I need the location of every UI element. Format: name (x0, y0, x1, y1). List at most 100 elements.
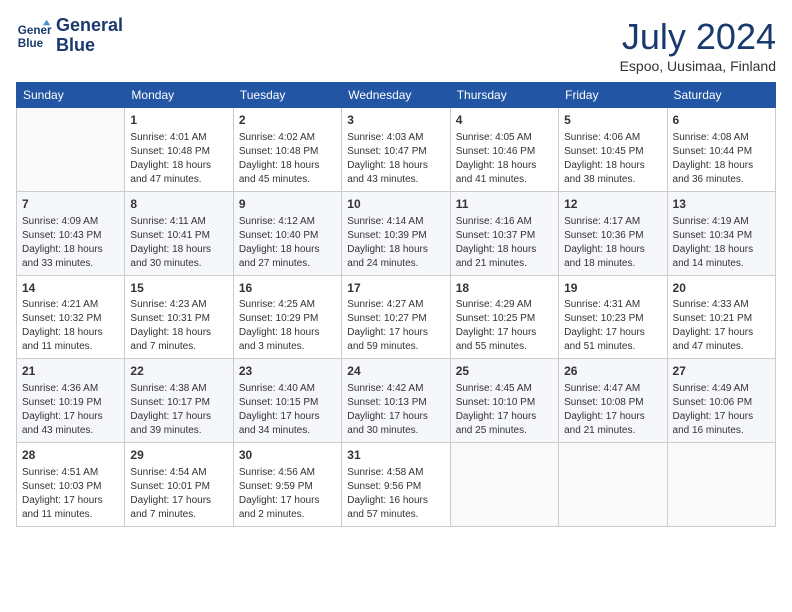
logo-text-blue: Blue (56, 36, 123, 56)
logo-text-general: General (56, 16, 123, 36)
day-info: Sunrise: 4:17 AM Sunset: 10:36 PM Daylig… (564, 215, 661, 271)
day-number: 2 (239, 112, 336, 129)
svg-text:Blue: Blue (18, 37, 44, 50)
calendar-cell: 6Sunrise: 4:08 AM Sunset: 10:44 PM Dayli… (667, 108, 775, 192)
day-number: 25 (456, 363, 553, 380)
location-text: Espoo, Uusimaa, Finland (620, 58, 776, 74)
day-info: Sunrise: 4:11 AM Sunset: 10:41 PM Daylig… (130, 215, 227, 271)
calendar-cell: 16Sunrise: 4:25 AM Sunset: 10:29 PM Dayl… (233, 275, 341, 359)
day-number: 3 (347, 112, 444, 129)
day-number: 29 (130, 447, 227, 464)
weekday-header-friday: Friday (559, 83, 667, 108)
svg-text:General: General (18, 24, 52, 37)
day-info: Sunrise: 4:40 AM Sunset: 10:15 PM Daylig… (239, 382, 336, 438)
day-info: Sunrise: 4:51 AM Sunset: 10:03 PM Daylig… (22, 466, 119, 522)
day-number: 20 (673, 280, 770, 297)
day-info: Sunrise: 4:05 AM Sunset: 10:46 PM Daylig… (456, 131, 553, 187)
day-info: Sunrise: 4:12 AM Sunset: 10:40 PM Daylig… (239, 215, 336, 271)
day-number: 6 (673, 112, 770, 129)
day-info: Sunrise: 4:27 AM Sunset: 10:27 PM Daylig… (347, 298, 444, 354)
day-number: 17 (347, 280, 444, 297)
calendar-cell: 25 Sunrise: 4:45 AM Sunset: 10:10 PM Dayl… (450, 359, 558, 443)
day-number: 14 (22, 280, 119, 297)
weekday-header-row: SundayMondayTuesdayWednesdayThursdayFrid… (17, 83, 776, 108)
title-block: July 2024 Espoo, Uusimaa, Finland (620, 16, 776, 74)
logo-icon: General Blue (16, 18, 52, 54)
day-info: Sunrise: 4:42 AM Sunset: 10:13 PM Daylig… (347, 382, 444, 438)
day-info: Sunrise: 4:56 AM Sunset: 9:59 PM Dayligh… (239, 466, 336, 522)
day-number: 28 (22, 447, 119, 464)
calendar-cell (667, 443, 775, 527)
calendar-week-row: 1 Sunrise: 4:01 AM Sunset: 10:48 PM Dayli… (17, 108, 776, 192)
day-number: 9 (239, 196, 336, 213)
calendar-cell: 31Sunrise: 4:58 AM Sunset: 9:56 PM Dayli… (342, 443, 450, 527)
day-number: 22 (130, 363, 227, 380)
day-info: Sunrise: 4:09 AM Sunset: 10:43 PM Daylig… (22, 215, 119, 271)
calendar-cell: 4Sunrise: 4:05 AM Sunset: 10:46 PM Dayli… (450, 108, 558, 192)
day-info: Sunrise: 4:33 AM Sunset: 10:21 PM Daylig… (673, 298, 770, 354)
weekday-header-saturday: Saturday (667, 83, 775, 108)
calendar-cell: 13 Sunrise: 4:19 AM Sunset: 10:34 PM Dayl… (667, 191, 775, 275)
calendar-cell: 8 Sunrise: 4:11 AM Sunset: 10:41 PM Dayli… (125, 191, 233, 275)
calendar-cell: 26 Sunrise: 4:47 AM Sunset: 10:08 PM Dayl… (559, 359, 667, 443)
calendar-cell (17, 108, 125, 192)
day-number: 24 (347, 363, 444, 380)
calendar-cell: 11 Sunrise: 4:16 AM Sunset: 10:37 PM Dayl… (450, 191, 558, 275)
day-number: 15 (130, 280, 227, 297)
day-info: Sunrise: 4:19 AM Sunset: 10:34 PM Daylig… (673, 215, 770, 271)
day-info: Sunrise: 4:16 AM Sunset: 10:37 PM Daylig… (456, 215, 553, 271)
day-number: 31 (347, 447, 444, 464)
calendar-cell: 22Sunrise: 4:38 AM Sunset: 10:17 PM Dayl… (125, 359, 233, 443)
calendar-cell: 12 Sunrise: 4:17 AM Sunset: 10:36 PM Dayl… (559, 191, 667, 275)
day-info: Sunrise: 4:01 AM Sunset: 10:48 PM Daylig… (130, 131, 227, 187)
day-number: 13 (673, 196, 770, 213)
day-number: 30 (239, 447, 336, 464)
day-info: Sunrise: 4:45 AM Sunset: 10:10 PM Daylig… (456, 382, 553, 438)
day-info: Sunrise: 4:06 AM Sunset: 10:45 PM Daylig… (564, 131, 661, 187)
day-number: 8 (130, 196, 227, 213)
day-number: 1 (130, 112, 227, 129)
calendar-cell: 18Sunrise: 4:29 AM Sunset: 10:25 PM Dayl… (450, 275, 558, 359)
calendar-table: SundayMondayTuesdayWednesdayThursdayFrid… (16, 82, 776, 527)
calendar-cell (559, 443, 667, 527)
day-info: Sunrise: 4:02 AM Sunset: 10:48 PM Daylig… (239, 131, 336, 187)
calendar-cell: 9 Sunrise: 4:12 AM Sunset: 10:40 PM Dayli… (233, 191, 341, 275)
calendar-cell: 7 Sunrise: 4:09 AM Sunset: 10:43 PM Dayli… (17, 191, 125, 275)
calendar-cell: 10Sunrise: 4:14 AM Sunset: 10:39 PM Dayl… (342, 191, 450, 275)
calendar-cell (450, 443, 558, 527)
day-number: 19 (564, 280, 661, 297)
day-info: Sunrise: 4:36 AM Sunset: 10:19 PM Daylig… (22, 382, 119, 438)
day-number: 26 (564, 363, 661, 380)
day-info: Sunrise: 4:23 AM Sunset: 10:31 PM Daylig… (130, 298, 227, 354)
weekday-header-wednesday: Wednesday (342, 83, 450, 108)
day-info: Sunrise: 4:29 AM Sunset: 10:25 PM Daylig… (456, 298, 553, 354)
day-number: 16 (239, 280, 336, 297)
day-info: Sunrise: 4:25 AM Sunset: 10:29 PM Daylig… (239, 298, 336, 354)
day-info: Sunrise: 4:47 AM Sunset: 10:08 PM Daylig… (564, 382, 661, 438)
logo: General Blue General Blue (16, 16, 123, 56)
calendar-cell: 21Sunrise: 4:36 AM Sunset: 10:19 PM Dayl… (17, 359, 125, 443)
day-number: 27 (673, 363, 770, 380)
calendar-cell: 19Sunrise: 4:31 AM Sunset: 10:23 PM Dayl… (559, 275, 667, 359)
calendar-cell: 14Sunrise: 4:21 AM Sunset: 10:32 PM Dayl… (17, 275, 125, 359)
calendar-cell: 1 Sunrise: 4:01 AM Sunset: 10:48 PM Dayli… (125, 108, 233, 192)
day-info: Sunrise: 4:03 AM Sunset: 10:47 PM Daylig… (347, 131, 444, 187)
day-number: 11 (456, 196, 553, 213)
page-header: General Blue General Blue July 2024 Espo… (16, 16, 776, 74)
weekday-header-monday: Monday (125, 83, 233, 108)
day-info: Sunrise: 4:21 AM Sunset: 10:32 PM Daylig… (22, 298, 119, 354)
day-number: 12 (564, 196, 661, 213)
weekday-header-thursday: Thursday (450, 83, 558, 108)
calendar-week-row: 7 Sunrise: 4:09 AM Sunset: 10:43 PM Dayli… (17, 191, 776, 275)
calendar-cell: 30 Sunrise: 4:56 AM Sunset: 9:59 PM Dayli… (233, 443, 341, 527)
day-number: 18 (456, 280, 553, 297)
day-number: 7 (22, 196, 119, 213)
weekday-header-tuesday: Tuesday (233, 83, 341, 108)
day-info: Sunrise: 4:14 AM Sunset: 10:39 PM Daylig… (347, 215, 444, 271)
calendar-week-row: 14Sunrise: 4:21 AM Sunset: 10:32 PM Dayl… (17, 275, 776, 359)
day-info: Sunrise: 4:31 AM Sunset: 10:23 PM Daylig… (564, 298, 661, 354)
calendar-cell: 28 Sunrise: 4:51 AM Sunset: 10:03 PM Dayl… (17, 443, 125, 527)
calendar-cell: 15Sunrise: 4:23 AM Sunset: 10:31 PM Dayl… (125, 275, 233, 359)
calendar-week-row: 28 Sunrise: 4:51 AM Sunset: 10:03 PM Dayl… (17, 443, 776, 527)
calendar-cell: 5Sunrise: 4:06 AM Sunset: 10:45 PM Dayli… (559, 108, 667, 192)
